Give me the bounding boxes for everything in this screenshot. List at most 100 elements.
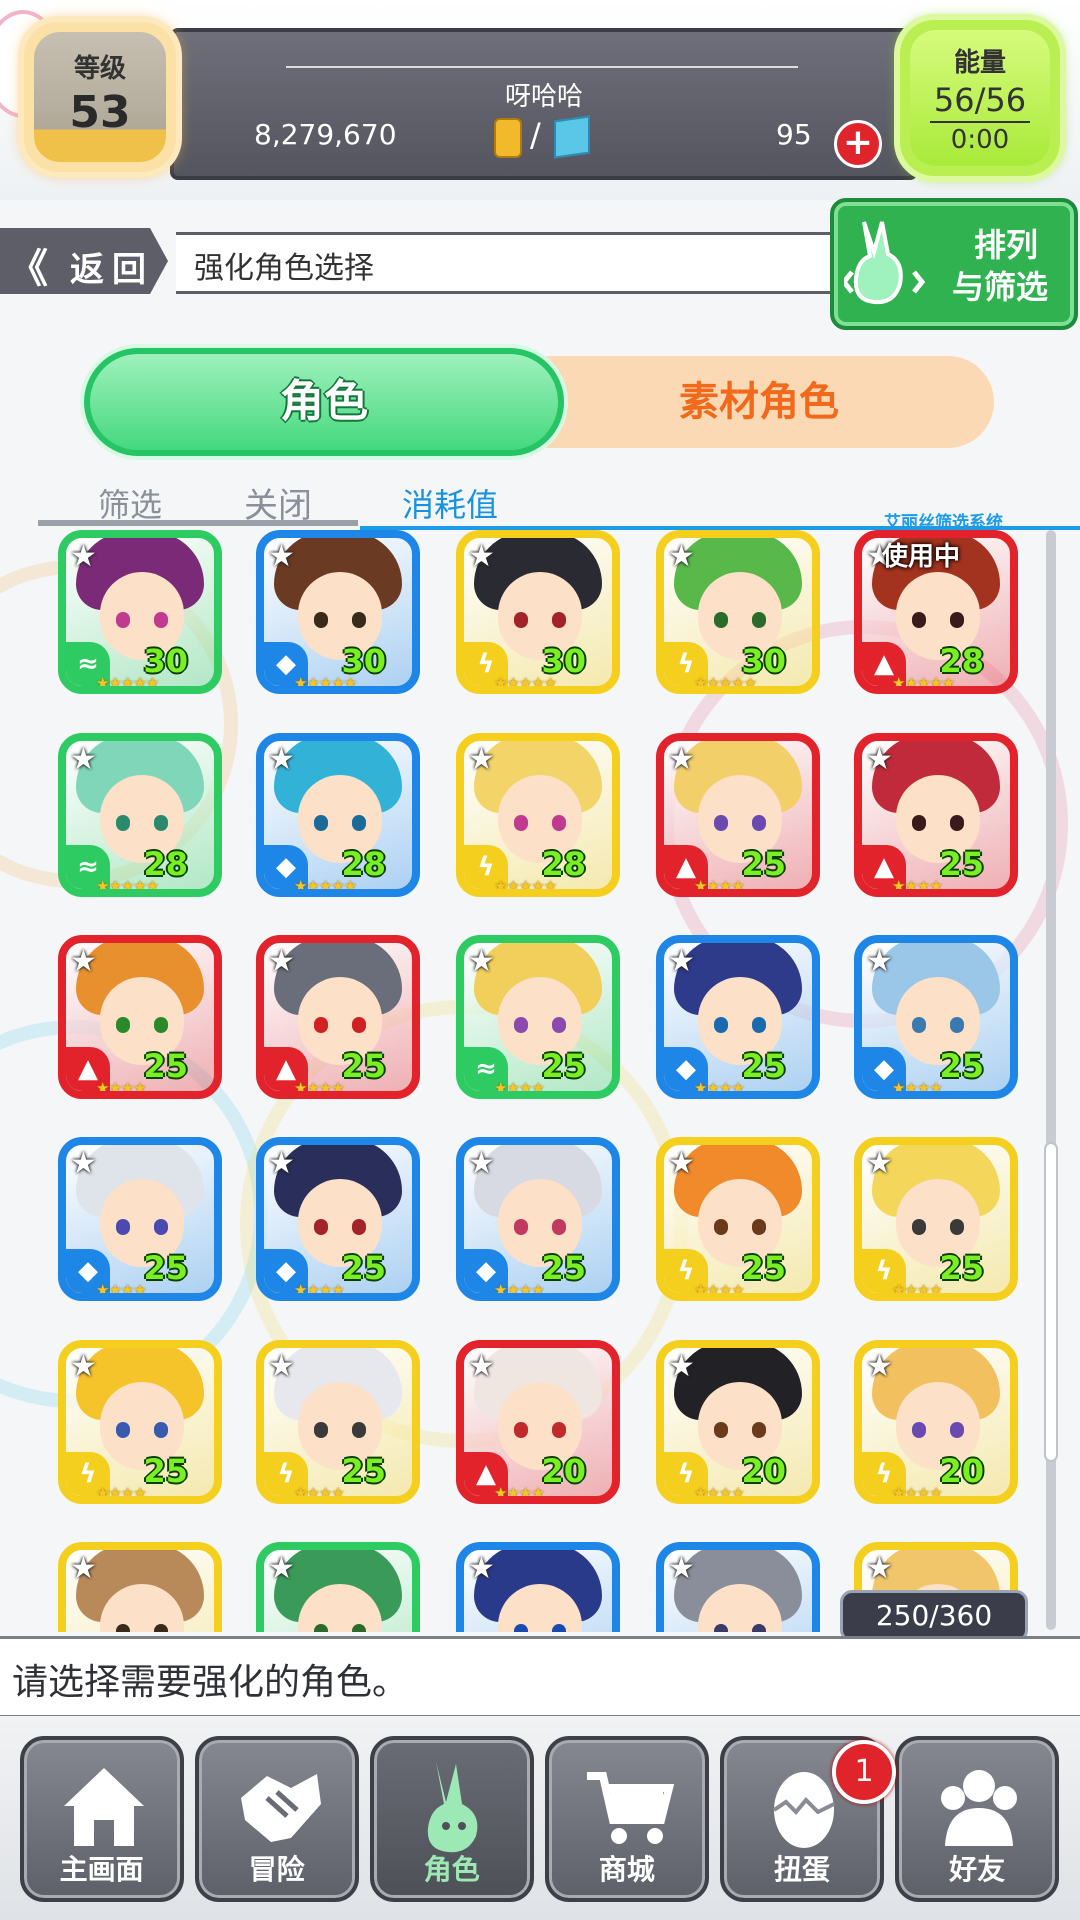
character-card[interactable]: ★ ≈25 ★★★★ bbox=[456, 935, 620, 1099]
scrollbar-thumb[interactable] bbox=[1044, 1142, 1058, 1462]
divider bbox=[286, 66, 798, 68]
level-label: 等级 bbox=[73, 54, 126, 84]
character-card[interactable]: ★ ▲ 20 ★★★★ bbox=[456, 1340, 620, 1504]
handshake-icon bbox=[231, 1758, 327, 1854]
character-card[interactable]: ★ ϟ 30 ★★★★★ bbox=[656, 530, 820, 694]
character-card[interactable]: ★◆ bbox=[656, 1542, 820, 1632]
character-count-badge: 250/360 bbox=[840, 1590, 1028, 1642]
character-card[interactable]: ★ ϟ 25 ★★★★ bbox=[854, 1137, 1018, 1301]
nav-home[interactable]: 主画面 bbox=[19, 1736, 184, 1902]
energy-badge[interactable]: 能量 56/56 0:00 bbox=[900, 20, 1060, 176]
favorite-star-icon: ★ bbox=[866, 944, 893, 979]
character-level: 25 bbox=[939, 1047, 984, 1085]
portrait-eye bbox=[154, 1017, 168, 1033]
portrait-eye bbox=[950, 1017, 964, 1033]
portrait-eye bbox=[154, 1422, 168, 1438]
nav-label: 商城 bbox=[598, 1853, 655, 1886]
portrait-eye bbox=[116, 612, 130, 628]
bunny-icon bbox=[406, 1758, 502, 1854]
character-card[interactable]: ★ ◆ 25 ★★★★ bbox=[854, 935, 1018, 1099]
favorite-star-icon: ★ bbox=[866, 1146, 893, 1181]
portrait-eye bbox=[116, 1219, 130, 1235]
rarity-stars: ★★★★ bbox=[96, 1079, 147, 1097]
portrait-eye bbox=[714, 1422, 728, 1438]
rarity-stars: ★★★★ bbox=[494, 1484, 545, 1502]
character-level: 20 bbox=[939, 1452, 984, 1490]
character-card[interactable]: ★ ◆ 25 ★★★★ bbox=[256, 1137, 420, 1301]
nav-cart[interactable]: 商城 bbox=[544, 1736, 709, 1902]
title-bar: 强化角色选择 bbox=[176, 232, 896, 294]
portrait-eye bbox=[116, 815, 130, 831]
character-card[interactable]: ★ ≈28 ★★★★★ bbox=[58, 733, 222, 897]
portrait-eye bbox=[950, 815, 964, 831]
gem-count: 95 bbox=[776, 118, 812, 151]
in-use-label: 使用中 bbox=[882, 542, 961, 572]
character-card[interactable]: ★ ϟ 30 ★★★★★ bbox=[456, 530, 620, 694]
portrait-eye bbox=[950, 612, 964, 628]
character-card[interactable]: ★ ≈30 ★★★★★ bbox=[58, 530, 222, 694]
favorite-star-icon: ★ bbox=[268, 944, 295, 979]
character-level: 25 bbox=[939, 845, 984, 883]
energy-label: 能量 bbox=[953, 48, 1006, 78]
portrait-eye bbox=[552, 815, 566, 831]
character-card[interactable]: ★ ϟ 25 ★★★★ bbox=[58, 1340, 222, 1504]
character-card[interactable]: ★ ▲ 28 ★★★★★ 使用中 bbox=[854, 530, 1018, 694]
nav-bunny[interactable]: 角色 bbox=[369, 1736, 534, 1902]
filter-status[interactable]: 关闭 bbox=[244, 478, 312, 527]
back-button[interactable]: 《 返回 bbox=[0, 228, 168, 294]
character-grid[interactable]: ★ ≈30 ★★★★★ ★ ◆ 30 ★★★★★ ★ ϟ 30 ★★★★★ ★ ϟ 30 ★★★★★ ★ ▲ 28… bbox=[0, 530, 1040, 1632]
portrait-eye bbox=[352, 612, 366, 628]
rarity-stars: ★★★★★ bbox=[892, 674, 955, 692]
character-card[interactable]: ★ ◆ 25 ★★★★ bbox=[456, 1137, 620, 1301]
character-card[interactable]: ★ ◆ 28 ★★★★★ bbox=[256, 733, 420, 897]
scrollbar-track[interactable] bbox=[1046, 530, 1056, 1630]
character-card[interactable]: ★◆ bbox=[456, 1542, 620, 1632]
character-card[interactable]: ★ϟ bbox=[58, 1542, 222, 1632]
character-card[interactable]: ★ ▲ 25 ★★★★ bbox=[256, 935, 420, 1099]
character-card[interactable]: ★ ϟ 28 ★★★★★ bbox=[456, 733, 620, 897]
favorite-star-icon: ★ bbox=[268, 1146, 295, 1181]
portrait-eye bbox=[352, 1017, 366, 1033]
portrait-eye bbox=[752, 1219, 766, 1235]
character-card[interactable]: ★ ϟ 20 ★★★★ bbox=[854, 1340, 1018, 1504]
home-icon bbox=[56, 1758, 152, 1854]
favorite-star-icon: ★ bbox=[668, 742, 695, 777]
sort-filter-label: 排列 bbox=[974, 226, 1039, 264]
rarity-stars: ★★★★★ bbox=[294, 674, 357, 692]
character-card[interactable]: ★ ◆ 30 ★★★★★ bbox=[256, 530, 420, 694]
favorite-star-icon: ★ bbox=[468, 1146, 495, 1181]
portrait-eye bbox=[514, 612, 528, 628]
bunny-sort-icon bbox=[844, 221, 926, 305]
nav-friends[interactable]: 好友 bbox=[895, 1736, 1060, 1902]
portrait-eye bbox=[912, 1422, 926, 1438]
tab-characters[interactable]: 角色 bbox=[84, 348, 564, 456]
portrait-eye bbox=[552, 1624, 566, 1632]
nav-handshake[interactable]: 冒险 bbox=[194, 1736, 359, 1902]
sort-basis[interactable]: 消耗值 bbox=[402, 480, 498, 526]
favorite-star-icon: ★ bbox=[668, 1349, 695, 1384]
character-card[interactable]: ★ ϟ 25 ★★★★ bbox=[256, 1340, 420, 1504]
sort-filter-button[interactable]: 排列 与筛选 bbox=[830, 198, 1078, 330]
favorite-star-icon: ★ bbox=[70, 944, 97, 979]
filter-toggle[interactable]: 筛选 bbox=[98, 480, 162, 526]
rarity-stars: ★★★★ bbox=[694, 1079, 745, 1097]
character-card[interactable]: ★ ▲ 25 ★★★★ bbox=[854, 733, 1018, 897]
portrait-eye bbox=[116, 1422, 130, 1438]
character-card[interactable]: ★≈ bbox=[256, 1542, 420, 1632]
energy-timer: 0:00 bbox=[950, 125, 1010, 155]
portrait-eye bbox=[352, 1422, 366, 1438]
character-level: 25 bbox=[741, 1249, 786, 1287]
character-card[interactable]: ★ ϟ 20 ★★★★ bbox=[656, 1340, 820, 1504]
portrait-eye bbox=[552, 612, 566, 628]
rarity-stars: ★★★★★ bbox=[494, 877, 557, 895]
character-card[interactable]: ★ ▲ 25 ★★★★ bbox=[58, 935, 222, 1099]
favorite-star-icon: ★ bbox=[468, 1349, 495, 1384]
portrait-eye bbox=[714, 1624, 728, 1632]
character-card[interactable]: ★ ϟ 25 ★★★★ bbox=[656, 1137, 820, 1301]
character-card[interactable]: ★ ▲ 25 ★★★★ bbox=[656, 733, 820, 897]
character-card[interactable]: ★ ◆ 25 ★★★★ bbox=[656, 935, 820, 1099]
character-level: 25 bbox=[541, 1047, 586, 1085]
add-gems-button[interactable]: + bbox=[834, 120, 882, 168]
character-card[interactable]: ★ ◆ 25 ★★★★ bbox=[58, 1137, 222, 1301]
favorite-star-icon: ★ bbox=[70, 1146, 97, 1181]
